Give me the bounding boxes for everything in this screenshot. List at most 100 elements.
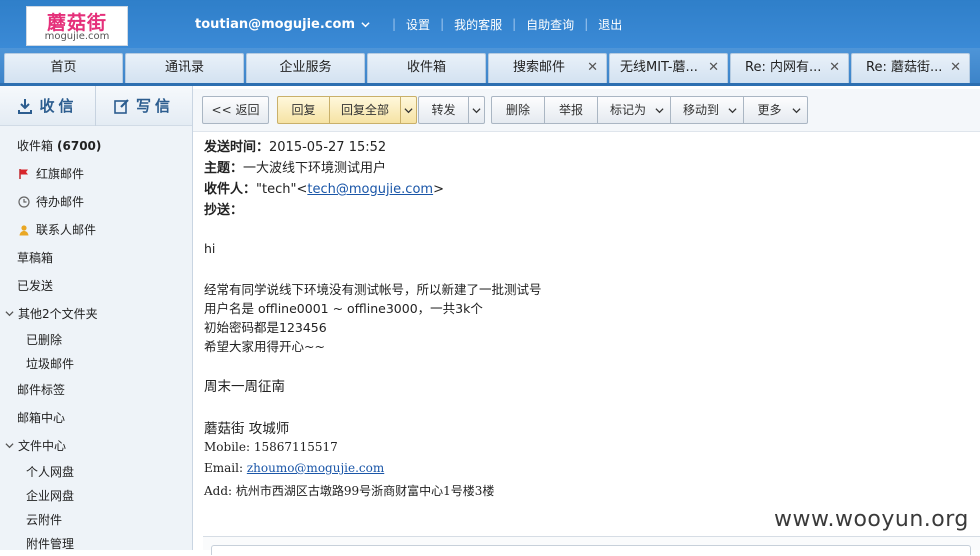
folder-sent[interactable]: 已发送	[0, 272, 192, 300]
folder-label: 邮件标签	[17, 383, 66, 397]
folder-label: 邮箱中心	[17, 411, 66, 425]
close-icon[interactable]: ✕	[708, 54, 719, 82]
write-button[interactable]: 写信	[96, 86, 192, 126]
folder-deleted[interactable]: 已删除	[0, 328, 192, 352]
tab-contacts[interactable]: 通讯录	[125, 53, 244, 83]
double-chevron-left-icon: <<	[211, 103, 232, 117]
delete-button[interactable]: 删除	[491, 96, 545, 124]
subject-row: 主题：一大波线下环境测试用户	[204, 157, 386, 176]
sent-value: 2015-05-27 15:52	[269, 140, 387, 155]
logo[interactable]: 蘑菇街 mogujie.com	[26, 6, 128, 46]
tab-mail-3[interactable]: Re: 蘑菇街... ✕	[851, 53, 970, 83]
reply-button[interactable]: 回复	[277, 96, 330, 124]
folder-label: 个人网盘	[26, 465, 75, 479]
button-label: 举报	[558, 103, 583, 117]
receive-button[interactable]: 收信	[0, 85, 96, 126]
divider: |	[584, 17, 589, 31]
tab-mail-1[interactable]: 无线MIT-蘑... ✕	[609, 53, 728, 83]
close-icon[interactable]: ✕	[950, 54, 961, 82]
tab-inbox[interactable]: 收件箱	[367, 53, 486, 83]
folder-list: 收件箱 (6700) 红旗邮件 待办邮件 联系人邮件 草稿箱 已发送 其他2个文…	[0, 126, 192, 556]
folder-label: 已删除	[26, 333, 63, 347]
divider: |	[512, 17, 517, 31]
folder-spam[interactable]: 垃圾邮件	[0, 352, 192, 376]
settings-link[interactable]: 设置	[406, 16, 430, 33]
sent-label: 发送时间：	[204, 140, 270, 155]
tab-label: 企业服务	[279, 60, 332, 75]
recipient-name: "tech"<	[256, 182, 308, 197]
back-button[interactable]: << 返回	[202, 96, 269, 124]
chevron-down-icon[interactable]	[361, 20, 370, 29]
mailbox-center[interactable]: 邮箱中心	[0, 404, 192, 432]
folder-flagged[interactable]: 红旗邮件	[0, 160, 192, 188]
move-to-button[interactable]: 移动到	[670, 96, 744, 124]
chevron-down-icon[interactable]	[468, 97, 484, 123]
button-label: 回复	[291, 103, 316, 117]
signature-email-link[interactable]: zhoumo@mogujie.com	[247, 461, 384, 475]
clock-icon	[17, 195, 31, 209]
folder-label: 已发送	[17, 279, 54, 293]
button-label: 删除	[505, 103, 530, 117]
user-email[interactable]: toutian@mogujie.com	[195, 17, 355, 32]
chevron-down-icon	[728, 108, 737, 114]
button-label: 回复全部	[340, 103, 389, 117]
signature-title: 蘑菇街 攻城师	[204, 421, 290, 437]
attachment-manager[interactable]: 附件管理	[0, 532, 192, 556]
more-button[interactable]: 更多	[743, 96, 808, 124]
body-line: hi	[204, 241, 216, 256]
tab-mail-2[interactable]: Re: 内网有... ✕	[730, 53, 849, 83]
folder-label: 其他2个文件夹	[18, 307, 98, 321]
watermark-text: www.wooyun.org	[774, 507, 969, 532]
forward-button[interactable]: 转发	[418, 96, 485, 124]
folder-contacts-mail[interactable]: 联系人邮件	[0, 216, 192, 244]
tab-label: 无线MIT-蘑...	[620, 60, 698, 75]
button-label: 返回	[235, 103, 260, 117]
reply-all-button[interactable]: 回复全部	[329, 96, 417, 124]
chevron-down-icon[interactable]	[5, 432, 15, 460]
folder-label: 文件中心	[18, 439, 67, 453]
tab-label: 收件箱	[406, 60, 446, 75]
sent-time-row: 发送时间：2015-05-27 15:52	[204, 136, 386, 155]
tab-label: Re: 蘑菇街...	[866, 60, 943, 75]
divider: |	[440, 17, 445, 31]
body-line: 用户名是 offline0001 ~ offline3000，一共3k个	[204, 301, 483, 316]
chevron-down-icon[interactable]	[400, 97, 416, 123]
tab-label: 搜索邮件	[513, 60, 566, 75]
cloud-attachments[interactable]: 云附件	[0, 508, 192, 532]
mark-as-button[interactable]: 标记为	[597, 96, 671, 124]
signature-address: Add: 杭州市西湖区古墩路99号浙商财富中心1号楼3楼	[204, 484, 495, 498]
tab-enterprise[interactable]: 企业服务	[246, 53, 365, 83]
report-button[interactable]: 举报	[544, 96, 598, 124]
button-label: 转发	[431, 103, 456, 117]
file-center[interactable]: 文件中心	[0, 432, 192, 460]
tab-label: 通讯录	[164, 60, 204, 75]
personal-drive[interactable]: 个人网盘	[0, 460, 192, 484]
folder-drafts[interactable]: 草稿箱	[0, 244, 192, 272]
folder-todo[interactable]: 待办邮件	[0, 188, 192, 216]
folder-label: 草稿箱	[17, 251, 54, 265]
person-icon	[17, 223, 31, 237]
folder-label: 红旗邮件	[36, 167, 85, 181]
folder-label: 云附件	[26, 513, 63, 527]
folder-tags[interactable]: 邮件标签	[0, 376, 192, 404]
chevron-down-icon[interactable]	[5, 300, 15, 328]
user-area: toutian@mogujie.com | 设置 | 我的客服 | 自助查询 |…	[195, 15, 622, 33]
tab-home[interactable]: 首页	[4, 53, 123, 83]
self-service-link[interactable]: 自助查询	[526, 16, 574, 33]
button-label: 移动到	[682, 103, 719, 117]
close-icon[interactable]: ✕	[829, 54, 840, 82]
tab-search[interactable]: 搜索邮件 ✕	[488, 53, 607, 83]
logout-link[interactable]: 退出	[598, 16, 622, 33]
enterprise-drive[interactable]: 企业网盘	[0, 484, 192, 508]
recipient-email-link[interactable]: tech@mogujie.com	[307, 182, 433, 197]
folder-label: 附件管理	[26, 537, 75, 551]
folder-inbox[interactable]: 收件箱 (6700)	[0, 132, 192, 160]
flag-icon	[17, 167, 31, 181]
customer-service-link[interactable]: 我的客服	[454, 16, 502, 33]
mail-toolbar: << 返回 回复 回复全部 转发 删除 举报 标记为 移动到 更多	[193, 89, 980, 132]
quick-reply-input[interactable]	[211, 545, 971, 555]
close-icon[interactable]: ✕	[587, 54, 598, 82]
signature-greeting: 周末一周征南	[204, 379, 285, 395]
folder-others[interactable]: 其他2个文件夹	[0, 300, 192, 328]
logo-subtext: mogujie.com	[44, 31, 110, 42]
